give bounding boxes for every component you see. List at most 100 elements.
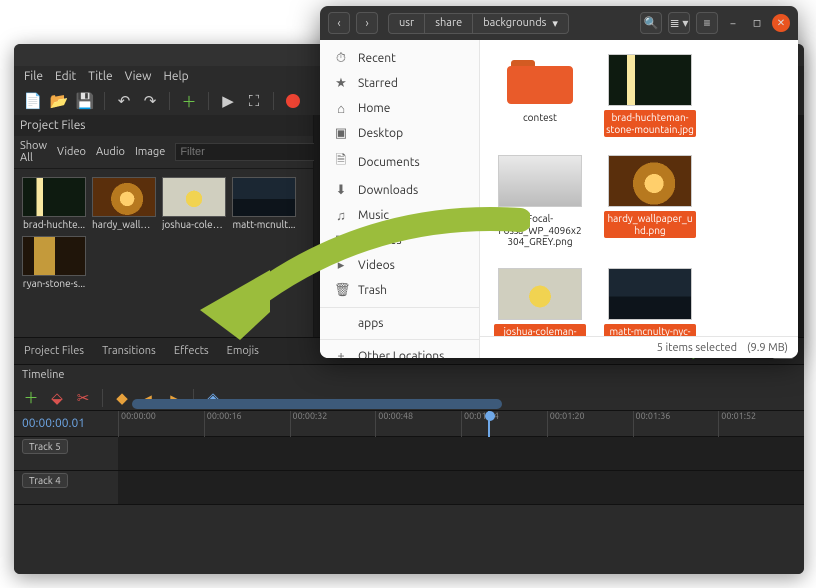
- sidebar-icon: 🗑: [334, 283, 348, 298]
- filter-image[interactable]: Image: [135, 146, 165, 158]
- breadcrumb-segment[interactable]: usr: [388, 13, 425, 34]
- project-clip[interactable]: joshua-colem...: [162, 177, 226, 230]
- import-files-icon[interactable]: ＋: [180, 92, 198, 110]
- file-caption: matt-mcnulty-nyc-2nd-ave.jpg: [604, 324, 696, 337]
- window-close-icon[interactable]: ✕: [772, 14, 790, 32]
- ruler-tick: 00:00:32: [290, 411, 328, 437]
- files-grid[interactable]: contest brad-huchteman-stone-mountain.jpg…: [480, 40, 798, 336]
- search-icon[interactable]: 🔍: [640, 12, 662, 34]
- sidebar-item[interactable]: 🗑Trash: [320, 278, 479, 303]
- menu-title[interactable]: Title: [88, 70, 112, 83]
- timeline-header: Timeline: [14, 365, 804, 385]
- sidebar-item[interactable]: ♫ Music: [320, 203, 479, 228]
- sidebar-item[interactable]: ▣Desktop: [320, 121, 479, 146]
- undo-icon[interactable]: ↶: [115, 92, 133, 110]
- view-list-icon[interactable]: ≣ ▾: [668, 12, 690, 34]
- menu-help[interactable]: Help: [163, 70, 188, 83]
- file-thumbnail: [498, 268, 582, 320]
- track-label[interactable]: Track 5: [22, 439, 68, 454]
- sidebar-icon: ♫: [334, 208, 348, 223]
- separator: [320, 339, 479, 340]
- sidebar-item[interactable]: 🗎Documents: [320, 146, 479, 178]
- file-caption: joshua-coleman-something-yellow.jpg: [494, 324, 586, 337]
- files-statusbar: 5 items selected (9.9 MB): [480, 336, 798, 358]
- marker-add-icon[interactable]: ◆: [113, 389, 131, 407]
- project-clip[interactable]: ryan-stone-s...: [22, 236, 86, 289]
- project-clip[interactable]: hardy_wallpa...: [92, 177, 156, 230]
- folder-icon: [505, 54, 575, 106]
- sidebar-item[interactable]: ⬇Downloads: [320, 178, 479, 203]
- tab-project-files[interactable]: Project Files: [24, 345, 84, 357]
- track-lane[interactable]: [118, 437, 804, 470]
- file-item[interactable]: joshua-coleman-something-yellow.jpg: [496, 268, 584, 337]
- sidebar-icon: ⏱: [334, 51, 348, 66]
- track-label[interactable]: Track 4: [22, 473, 68, 488]
- open-project-icon[interactable]: 📂: [50, 92, 68, 110]
- filter-video[interactable]: Video: [57, 146, 86, 158]
- sidebar-label: Music: [358, 209, 389, 222]
- file-thumbnail: [608, 54, 692, 106]
- sidebar-label: Starred: [358, 77, 398, 90]
- snap-icon[interactable]: ⬙: [48, 389, 66, 407]
- file-thumbnail: [498, 155, 582, 207]
- sidebar-item[interactable]: ★Starred: [320, 71, 479, 96]
- export-icon[interactable]: [284, 92, 302, 110]
- menu-file[interactable]: File: [24, 70, 43, 83]
- file-item[interactable]: Focal-Fossa_WP_4096x2304_GREY.png: [496, 155, 584, 250]
- clip-thumbnail: [22, 236, 86, 276]
- add-track-icon[interactable]: ＋: [22, 389, 40, 407]
- sidebar-item[interactable]: ⌂Home: [320, 96, 479, 121]
- redo-icon[interactable]: ↷: [141, 92, 159, 110]
- tab-effects[interactable]: Effects: [174, 345, 209, 357]
- project-files-panel: Project Files Show All Video Audio Image…: [14, 115, 314, 337]
- sidebar-label: Pictures: [358, 234, 402, 247]
- file-item[interactable]: brad-huchteman-stone-mountain.jpg: [606, 54, 694, 137]
- chevron-down-icon[interactable]: ▾: [552, 17, 558, 30]
- profile-icon[interactable]: ▶: [219, 92, 237, 110]
- file-item[interactable]: matt-mcnulty-nyc-2nd-ave.jpg: [606, 268, 694, 337]
- timeline-scrollbar-thumb[interactable]: [132, 399, 502, 409]
- project-clip[interactable]: brad-huchte...: [22, 177, 86, 230]
- nav-forward-icon[interactable]: ›: [356, 12, 378, 34]
- sidebar-item[interactable]: ▸Videos: [320, 253, 479, 278]
- track-lane[interactable]: [118, 471, 804, 504]
- save-project-icon[interactable]: 💾: [76, 92, 94, 110]
- razor-icon[interactable]: ✂: [74, 389, 92, 407]
- ruler-tick: 00:00:16: [204, 411, 242, 437]
- fullscreen-icon[interactable]: ⛶: [245, 92, 263, 110]
- menu-view[interactable]: View: [125, 70, 152, 83]
- timeline-ruler[interactable]: 00:00:0000:00:1600:00:3200:00:4800:01:04…: [118, 411, 804, 437]
- clip-thumbnail: [22, 177, 86, 217]
- window-minimize-icon[interactable]: –: [724, 14, 742, 32]
- window-maximize-icon[interactable]: ◻: [748, 14, 766, 32]
- menu-edit[interactable]: Edit: [55, 70, 76, 83]
- filter-input[interactable]: [175, 143, 327, 161]
- clip-thumbnail: [162, 177, 226, 217]
- hamburger-menu-icon[interactable]: ≡: [696, 12, 718, 34]
- sidebar-item[interactable]: apps: [320, 312, 479, 335]
- breadcrumb-segment[interactable]: share: [425, 13, 473, 34]
- sidebar-item[interactable]: ▦ Pictures: [320, 228, 479, 253]
- playhead[interactable]: [488, 411, 490, 437]
- tab-emojis[interactable]: Emojis: [227, 345, 259, 357]
- sidebar-item[interactable]: ⏱Recent: [320, 46, 479, 71]
- tab-transitions[interactable]: Transitions: [102, 345, 156, 357]
- file-item[interactable]: hardy_wallpaper_uhd.png: [606, 155, 694, 250]
- sidebar-other-locations[interactable]: +Other Locations: [320, 344, 479, 358]
- sidebar-icon: ▦: [334, 233, 348, 248]
- clip-caption: brad-huchte...: [22, 219, 86, 230]
- sidebar-label: Downloads: [358, 184, 418, 197]
- project-files-grid[interactable]: brad-huchte... hardy_wallpa...joshua-cole…: [14, 169, 313, 297]
- separator: [320, 307, 479, 308]
- breadcrumb-segment[interactable]: backgrounds▾: [473, 13, 569, 34]
- sidebar-icon: ▣: [334, 126, 348, 141]
- separator: [102, 389, 103, 407]
- filter-audio[interactable]: Audio: [96, 146, 125, 158]
- nav-back-icon[interactable]: ‹: [328, 12, 350, 34]
- folder-item[interactable]: contest: [496, 54, 584, 137]
- sidebar-label: Videos: [358, 259, 395, 272]
- project-files-filterbar: Show All Video Audio Image: [14, 136, 313, 169]
- filter-show-all[interactable]: Show All: [20, 140, 47, 164]
- project-clip[interactable]: matt-mcnult...: [232, 177, 296, 230]
- new-project-icon[interactable]: 📄: [24, 92, 42, 110]
